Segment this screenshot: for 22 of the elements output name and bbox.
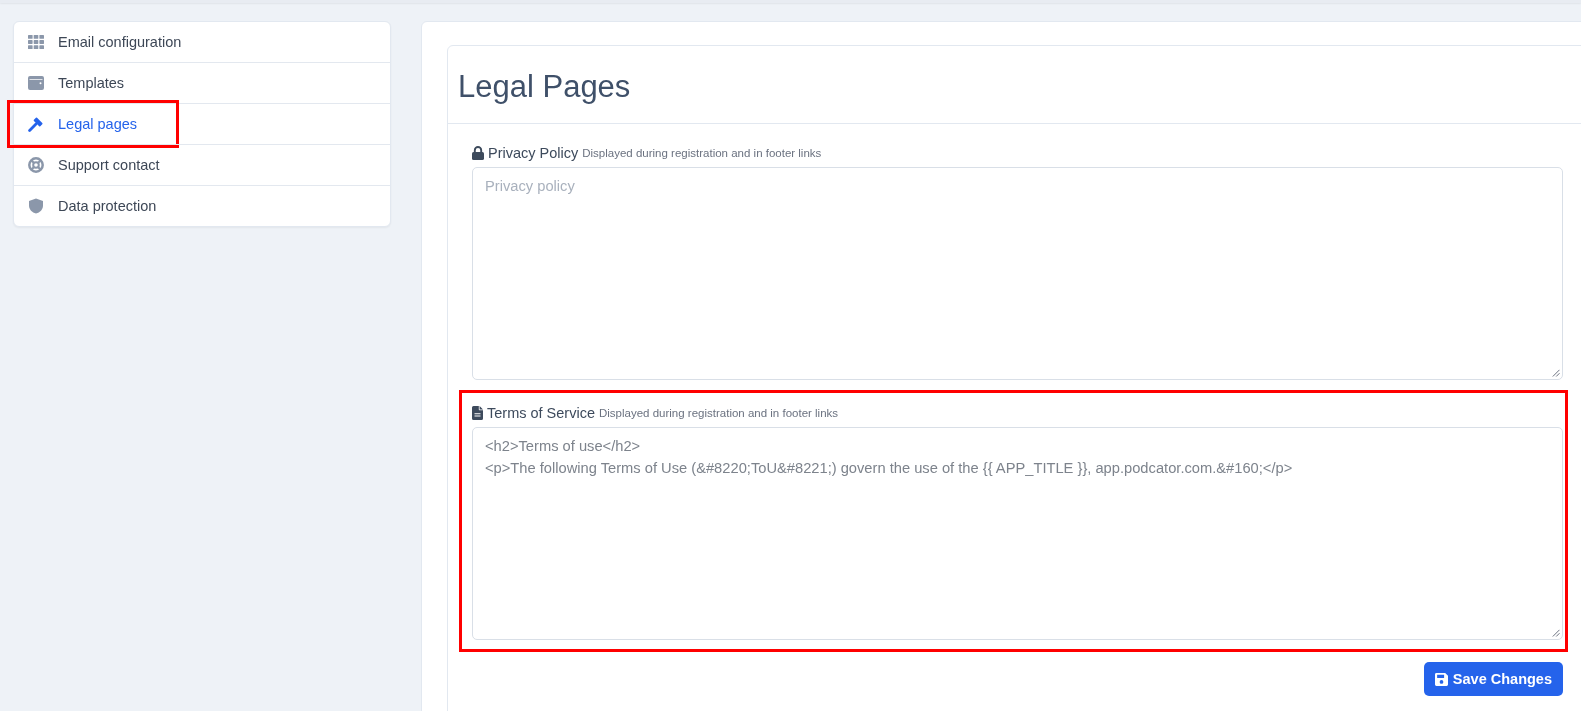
save-icon — [1434, 672, 1448, 686]
textarea-field[interactable]: <h2>Terms of use</h2> <p>The following Terms of Use (&#8220;ToU&#8221;) govern the use of the {{ APP_TITLE }}, app.podcator.com.&#160;</p> — [472, 427, 1563, 640]
sidebar-item[interactable]: Data protection — [14, 186, 390, 226]
resize-handle-icon[interactable] — [1552, 629, 1560, 637]
sidebar-item[interactable]: Support contact — [14, 145, 390, 185]
lifebuoy-icon — [28, 157, 44, 173]
field-hint: Displayed during registration and in footer links — [599, 407, 839, 419]
field-label: Privacy Policy — [488, 145, 579, 161]
sidebar-item[interactable]: Email configuration — [14, 22, 390, 62]
wallet-icon — [28, 75, 44, 91]
grid-icon — [28, 34, 44, 50]
field-hint: Displayed during registration and in footer links — [582, 147, 822, 159]
page-title: Legal Pages — [458, 67, 631, 105]
shield-icon — [28, 198, 44, 214]
resize-handle-icon[interactable] — [1552, 369, 1560, 377]
gavel-icon — [28, 116, 44, 132]
lock-icon — [472, 146, 484, 160]
save-button[interactable]: Save Changes — [1423, 662, 1563, 696]
field-label: Terms of Service — [487, 405, 595, 421]
sidebar-item[interactable]: Legal pages — [14, 104, 390, 144]
sidebar-item[interactable]: Templates — [14, 63, 390, 103]
file-icon — [472, 406, 483, 420]
